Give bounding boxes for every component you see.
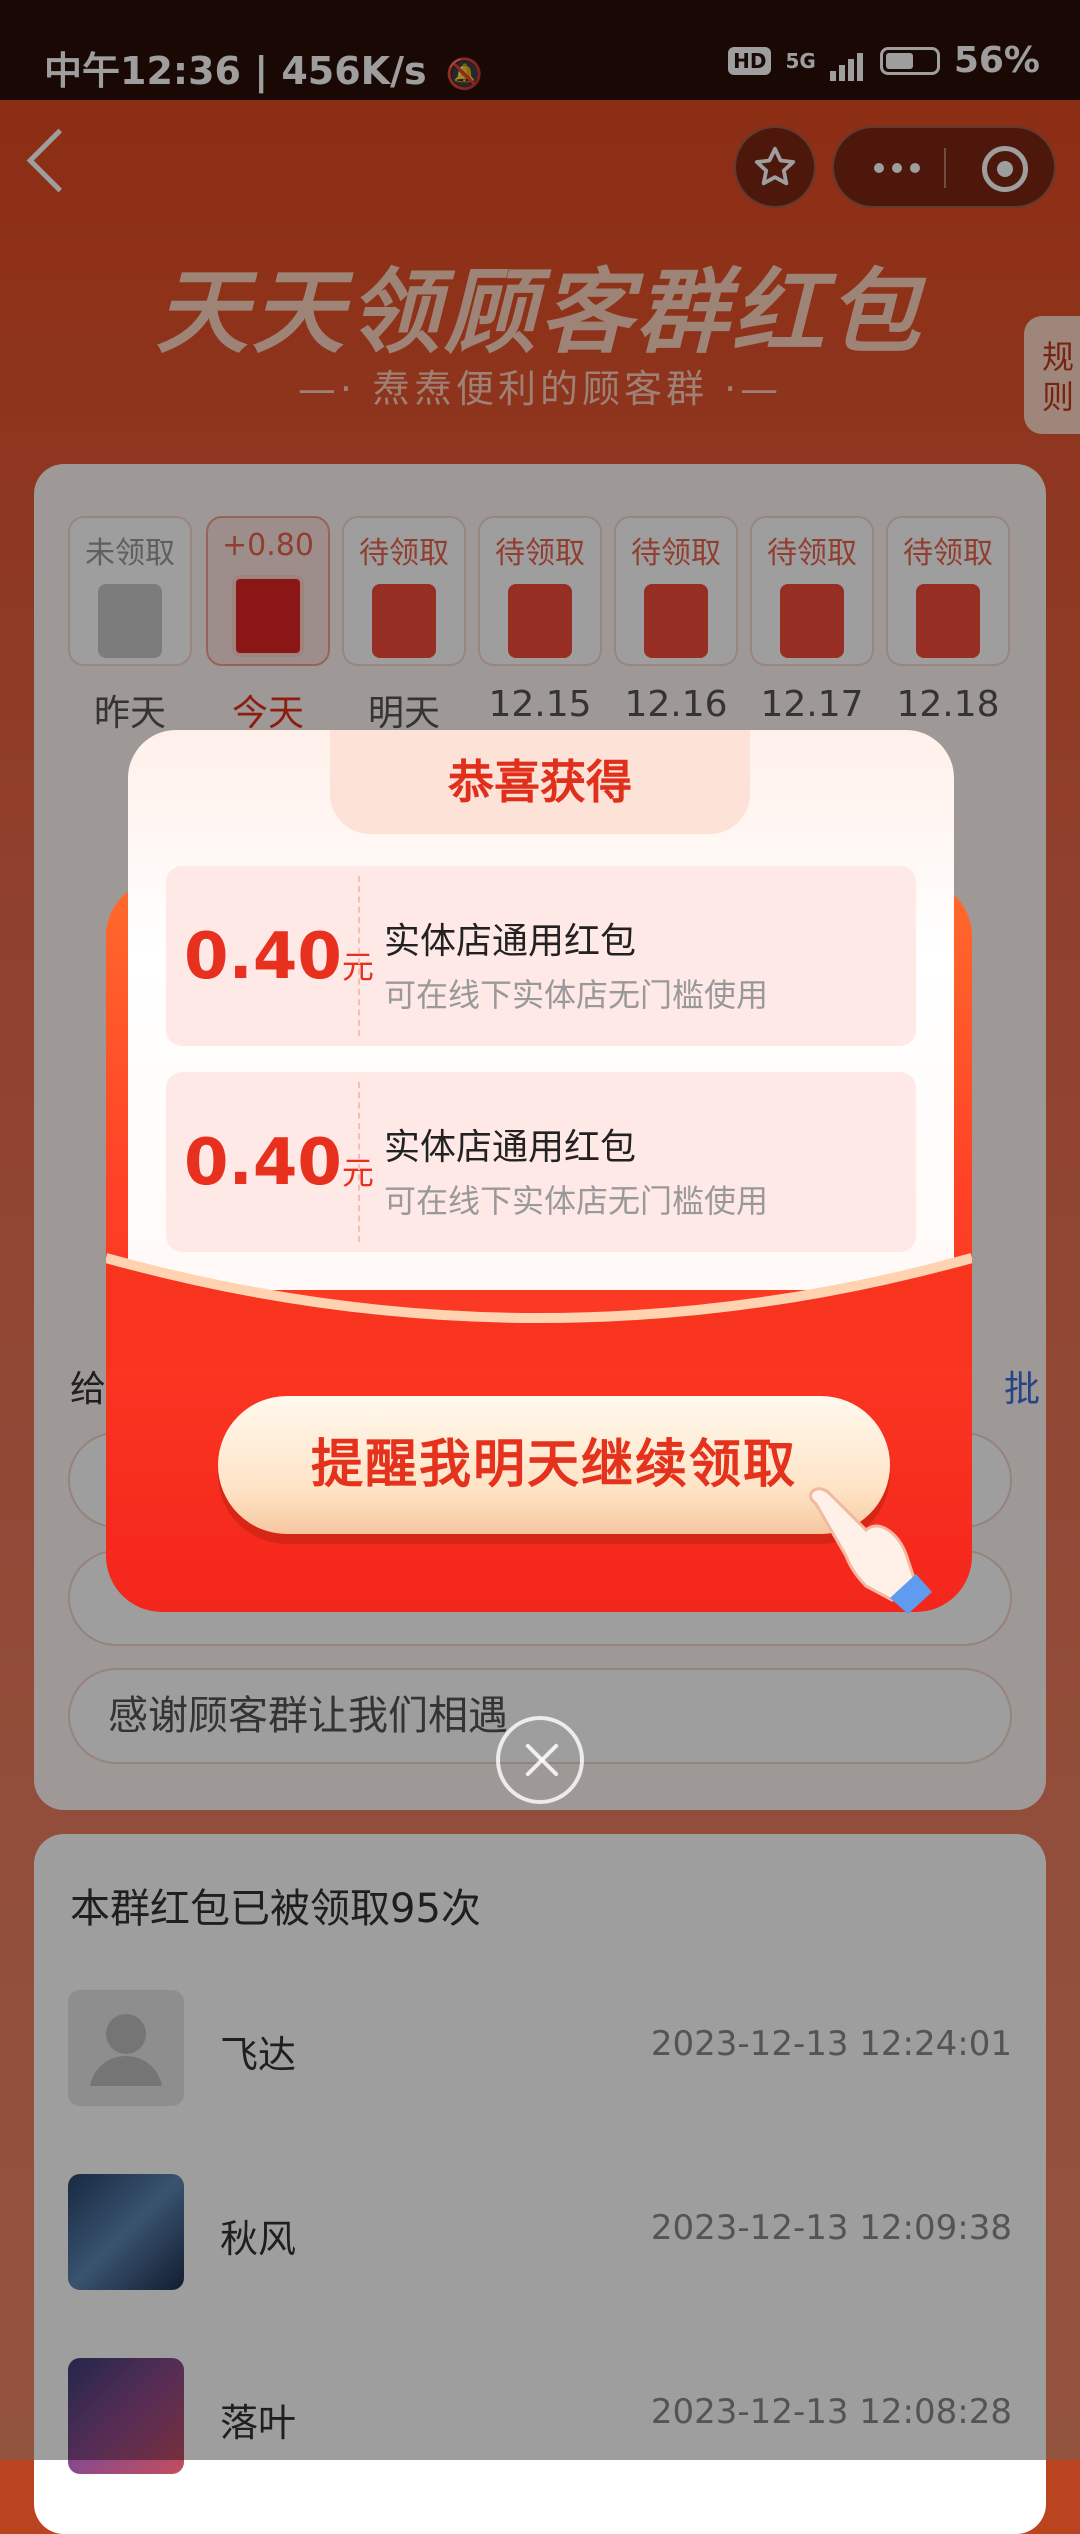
remind-tomorrow-button[interactable]: 提醒我明天继续领取 [218, 1396, 890, 1534]
coupon-amount: 0.40元 [184, 920, 374, 994]
coupon-desc: 可在线下实体店无门槛使用 [384, 976, 769, 1014]
coupon-amount: 0.40元 [184, 1126, 374, 1200]
pointing-hand-icon [809, 1487, 932, 1614]
modal-title: 恭喜获得 [330, 730, 750, 834]
close-modal-icon[interactable] [496, 1716, 584, 1804]
coupon-card: 0.40元 实体店通用红包 可在线下实体店无门槛使用 [166, 866, 916, 1046]
coupon-card: 0.40元 实体店通用红包 可在线下实体店无门槛使用 [166, 1072, 916, 1252]
envelope-flap [106, 1253, 972, 1368]
coupon-title: 实体店通用红包 [384, 1127, 637, 1168]
coupon-desc: 可在线下实体店无门槛使用 [384, 1182, 769, 1220]
coupon-title: 实体店通用红包 [384, 921, 637, 962]
